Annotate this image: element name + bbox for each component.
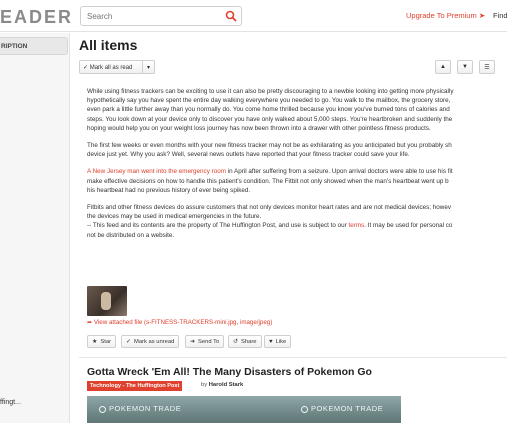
page-title: All items bbox=[79, 37, 138, 53]
text-line: even park a little further away than you… bbox=[87, 106, 450, 114]
article-paragraph-2: The first few weeks or even months with … bbox=[87, 141, 507, 159]
main-content: All items ✓ Mark all as read ▾ ▲ ▼ ☰ Whi… bbox=[71, 33, 507, 423]
article-hero-image[interactable]: POKEMON TRADE POKEMON TRADE bbox=[87, 396, 401, 423]
sidebar: RIPTION ffingt... bbox=[0, 33, 70, 423]
text-line: device just yet. Why you ask? Well, seve… bbox=[87, 151, 410, 159]
text-line: steps. You look down at your device only… bbox=[87, 115, 453, 123]
upgrade-label: Upgrade To Premium bbox=[406, 11, 477, 20]
category-badge[interactable]: Technology - The Huffington Post bbox=[87, 381, 183, 391]
share-label: Share bbox=[241, 338, 257, 345]
text-line: hoping would help you on your weight los… bbox=[87, 124, 431, 132]
find-link[interactable]: Find bbox=[493, 11, 507, 20]
text-line: While using fitness trackers can be exci… bbox=[87, 88, 454, 95]
article-paragraph-1: While using fitness trackers can be exci… bbox=[87, 87, 507, 133]
terms-link[interactable]: terms bbox=[348, 222, 364, 229]
attachment-link[interactable]: ➦ View attached file (s-FITNESS-TRACKERS… bbox=[87, 319, 272, 326]
mark-all-read-text: Mark all as read bbox=[89, 64, 133, 71]
search-icon[interactable] bbox=[225, 10, 237, 22]
star-label: Star bbox=[100, 338, 112, 345]
rocket-icon: ➤ bbox=[478, 11, 486, 20]
article-body: While using fitness trackers can be exci… bbox=[87, 87, 507, 248]
byline-prefix: by bbox=[201, 382, 208, 388]
star-icon: ★ bbox=[92, 339, 98, 345]
add-subscription-button[interactable]: RIPTION bbox=[0, 37, 68, 55]
chevron-down-icon: ▼ bbox=[462, 64, 468, 70]
article-title[interactable]: Gotta Wreck 'Em All! The Many Disasters … bbox=[87, 366, 372, 378]
mark-unread-button[interactable]: ✓ Mark as unread bbox=[121, 335, 180, 348]
search-box[interactable] bbox=[80, 6, 242, 26]
chevron-down-icon[interactable]: ▾ bbox=[142, 61, 154, 73]
author-name: Harold Stark bbox=[208, 382, 244, 388]
article-paragraph-3: A New Jersey man went into the emergency… bbox=[87, 167, 507, 195]
share-arrow-icon: ➦ bbox=[87, 319, 93, 326]
image-text: POKEMON TRADE bbox=[109, 404, 182, 413]
map-pin-icon bbox=[99, 405, 106, 413]
attachment-thumbnail[interactable] bbox=[87, 286, 127, 316]
share-button[interactable]: ↺ Share bbox=[228, 335, 262, 348]
emergency-room-link[interactable]: A New Jersey man went into the emergency… bbox=[87, 168, 226, 175]
app-logo: EADER bbox=[0, 7, 74, 27]
image-caption-right: POKEMON TRADE bbox=[301, 404, 383, 413]
image-text: POKEMON TRADE bbox=[311, 404, 384, 413]
attachment-label: View attached file (s-FITNESS-TRACKERS-m… bbox=[93, 319, 273, 326]
like-button[interactable]: ♥ Like bbox=[264, 335, 292, 348]
text-line: the devices may be used in medical emerg… bbox=[87, 213, 262, 221]
search-input[interactable] bbox=[87, 9, 217, 23]
text-line: his heartbeat had no previous history of… bbox=[87, 186, 251, 194]
image-caption-left: POKEMON TRADE bbox=[99, 404, 181, 413]
text-line: -- This feed and its contents are the pr… bbox=[87, 222, 349, 230]
article-paragraph-4: Fitbits and other fitness devices do ass… bbox=[87, 203, 507, 240]
share-icon: ↺ bbox=[233, 339, 239, 345]
send-to-button[interactable]: ➜ Send To bbox=[185, 335, 225, 348]
scroll-up-button[interactable]: ▲ bbox=[435, 60, 451, 74]
upgrade-premium-link[interactable]: Upgrade To Premium ➤ bbox=[406, 11, 485, 20]
sidebar-feed-item[interactable]: ffingt... bbox=[0, 399, 21, 406]
text-line: not be distributed on a website. bbox=[87, 231, 175, 239]
star-button[interactable]: ★ Star bbox=[87, 335, 117, 348]
like-label: Like bbox=[275, 338, 287, 345]
scroll-down-button[interactable]: ▼ bbox=[457, 60, 473, 74]
text-line: in April after suffering from a seizure.… bbox=[225, 168, 453, 176]
mark-unread-label: Mark as unread bbox=[134, 338, 175, 345]
top-bar: EADER Upgrade To Premium ➤ Find bbox=[0, 0, 507, 32]
byline: by Harold Stark bbox=[201, 382, 243, 388]
send-to-label: Send To bbox=[198, 338, 220, 345]
text-line: Fitbits and other fitness devices do ass… bbox=[87, 204, 452, 212]
view-list-button[interactable]: ☰ bbox=[479, 60, 495, 74]
check-icon: ✓ bbox=[126, 339, 132, 345]
check-icon: ✓ bbox=[83, 64, 89, 71]
list-icon: ☰ bbox=[484, 64, 490, 71]
mark-all-read-label: ✓ Mark all as read bbox=[80, 64, 142, 71]
chevron-up-icon: ▲ bbox=[440, 64, 446, 70]
thumbs-up-icon: ♥ bbox=[269, 338, 273, 345]
text-line: The first few weeks or even months with … bbox=[87, 142, 452, 150]
text-line: . It may be used for personal co bbox=[364, 222, 453, 230]
article-divider bbox=[79, 357, 507, 358]
map-pin-icon bbox=[301, 405, 308, 413]
mark-all-read-button[interactable]: ✓ Mark all as read ▾ bbox=[79, 60, 155, 74]
text-line: hypothetically say you have spent the en… bbox=[87, 97, 451, 105]
arrow-right-icon: ➜ bbox=[190, 339, 196, 345]
text-line: make effective decisions on how to handl… bbox=[87, 177, 449, 185]
